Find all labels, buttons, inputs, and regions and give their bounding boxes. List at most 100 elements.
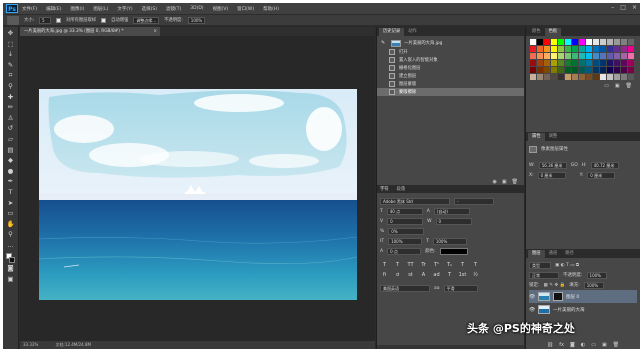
blur-tool-icon[interactable]: ◆	[6, 156, 15, 165]
stamp-tool-icon[interactable]: ♙	[6, 114, 15, 123]
ligature-button[interactable]: fi	[380, 271, 389, 279]
titling-button[interactable]: ad	[432, 271, 441, 279]
tab-paths[interactable]: 路径	[561, 250, 578, 258]
horizontal-scale-input[interactable]: 100%	[432, 237, 467, 245]
tab-channels[interactable]: 通道	[545, 250, 562, 258]
blend-mode-select[interactable]: 正常	[529, 271, 559, 279]
swatch[interactable]	[586, 60, 592, 66]
path-select-tool-icon[interactable]: ➤	[6, 199, 15, 208]
swatch[interactable]	[586, 46, 592, 52]
size-input[interactable]: 5	[39, 16, 52, 24]
eye-icon[interactable]: 👁	[529, 307, 535, 313]
link-dimensions-icon[interactable]: GO	[571, 163, 578, 168]
tracking-input[interactable]: 0	[435, 217, 472, 225]
menu-layer[interactable]: 图层(L)	[93, 6, 108, 12]
gradient-tool-icon[interactable]: ▤	[6, 146, 15, 155]
swatch[interactable]	[621, 46, 627, 52]
swatch[interactable]	[614, 39, 620, 45]
swatch[interactable]	[628, 60, 634, 66]
superscript-button[interactable]: T¹	[432, 261, 441, 269]
close-button[interactable]: ×	[632, 4, 637, 11]
swatch[interactable]	[565, 39, 571, 45]
type-tool-icon[interactable]: T	[6, 188, 15, 197]
swatch[interactable]	[593, 67, 599, 73]
swatch[interactable]	[600, 53, 606, 59]
swatch[interactable]	[551, 67, 557, 73]
swatch[interactable]	[621, 60, 627, 66]
tab-history[interactable]: 历史记录	[379, 28, 405, 36]
swatch[interactable]	[579, 74, 585, 80]
shape-tool-icon[interactable]: ▭	[6, 209, 15, 218]
swatch[interactable]	[530, 74, 536, 80]
swatch[interactable]	[628, 74, 634, 80]
filter-icons[interactable]: ▣ ◐ T ▭ ⧉	[555, 262, 579, 268]
swatch[interactable]	[628, 67, 634, 73]
status-zoom[interactable]: 33.33%	[23, 342, 38, 347]
canvas-area[interactable]	[20, 36, 375, 341]
hand-tool-icon[interactable]: ✋	[6, 220, 15, 229]
faux-bold-button[interactable]: T	[380, 261, 389, 269]
swatch[interactable]	[551, 60, 557, 66]
swatch[interactable]	[565, 53, 571, 59]
swatch[interactable]	[621, 39, 627, 45]
minimize-button[interactable]: –	[611, 4, 614, 11]
tab-layers[interactable]: 图层	[528, 250, 545, 258]
mask-icon[interactable]: ◙	[570, 342, 575, 349]
discretionary-button[interactable]: st	[406, 271, 415, 279]
tab-actions[interactable]: 动作	[404, 28, 421, 36]
swatch[interactable]	[558, 46, 564, 52]
strikethrough-button[interactable]: T	[471, 261, 480, 269]
vertical-scale-input[interactable]: 100%	[388, 237, 423, 245]
swatch[interactable]	[544, 60, 550, 66]
swatch[interactable]	[558, 39, 564, 45]
new-doc-icon[interactable]: ▣	[502, 179, 507, 185]
swatch[interactable]	[628, 46, 634, 52]
swatch[interactable]	[572, 53, 578, 59]
leading-input[interactable]: (自动)	[433, 207, 470, 215]
swatch[interactable]	[537, 46, 543, 52]
swatch[interactable]	[614, 60, 620, 66]
swatch[interactable]	[607, 60, 613, 66]
swatch[interactable]	[579, 67, 585, 73]
folder-icon[interactable]: ▭	[604, 83, 609, 91]
swatch[interactable]	[530, 39, 536, 45]
swatch[interactable]	[607, 74, 613, 80]
crop-tool-icon[interactable]: ⌗	[6, 71, 15, 80]
swatch[interactable]	[593, 60, 599, 66]
underline-button[interactable]: T	[458, 261, 467, 269]
small-caps-button[interactable]: Tr	[419, 261, 428, 269]
swatch[interactable]	[551, 74, 557, 80]
quick-select-tool-icon[interactable]: ✎	[6, 61, 15, 70]
swatch[interactable]	[572, 74, 578, 80]
tab-paragraph[interactable]: 段落	[397, 186, 406, 192]
swash-button[interactable]: ơ	[393, 271, 402, 279]
trash-icon[interactable]: 🗑	[626, 83, 632, 91]
swatch[interactable]	[607, 39, 613, 45]
subscript-button[interactable]: T₁	[445, 261, 454, 269]
menu-image[interactable]: 图像(I)	[70, 6, 84, 12]
swatch[interactable]	[537, 39, 543, 45]
menu-filter[interactable]: 滤镜(T)	[166, 6, 181, 12]
swatch[interactable]	[565, 60, 571, 66]
history-step[interactable]: 栅格化图层	[377, 64, 524, 72]
swatch[interactable]	[572, 39, 578, 45]
contextual-button[interactable]: T	[445, 271, 454, 279]
swatch[interactable]	[551, 46, 557, 52]
layer-mask-thumbnail[interactable]	[553, 292, 563, 301]
swatch[interactable]	[607, 53, 613, 59]
swatch[interactable]	[593, 53, 599, 59]
tab-swatches[interactable]: 色板	[544, 28, 562, 36]
menu-select[interactable]: 选择(S)	[142, 6, 157, 12]
history-snapshot[interactable]: ✎ 一片美丽的大海.jpg	[377, 38, 524, 48]
swatch[interactable]	[628, 53, 634, 59]
history-step[interactable]: 图层蒙版	[377, 80, 524, 88]
swatch[interactable]	[586, 53, 592, 59]
ordinal-button[interactable]: 1st	[458, 271, 467, 279]
camera-icon[interactable]: ◉	[493, 179, 497, 185]
history-step-current[interactable]: 蒙版擦除	[377, 88, 524, 96]
document-tab[interactable]: 一片美丽的大海.jpg @ 33.3% (图层 0, RGB/8#) * ×	[20, 27, 160, 36]
tab-color[interactable]: 颜色	[528, 28, 545, 36]
height-input[interactable]: 40.72 厘米	[590, 161, 619, 169]
maximize-button[interactable]: □	[620, 4, 626, 11]
tab-adjustments[interactable]: 调整	[545, 133, 562, 141]
